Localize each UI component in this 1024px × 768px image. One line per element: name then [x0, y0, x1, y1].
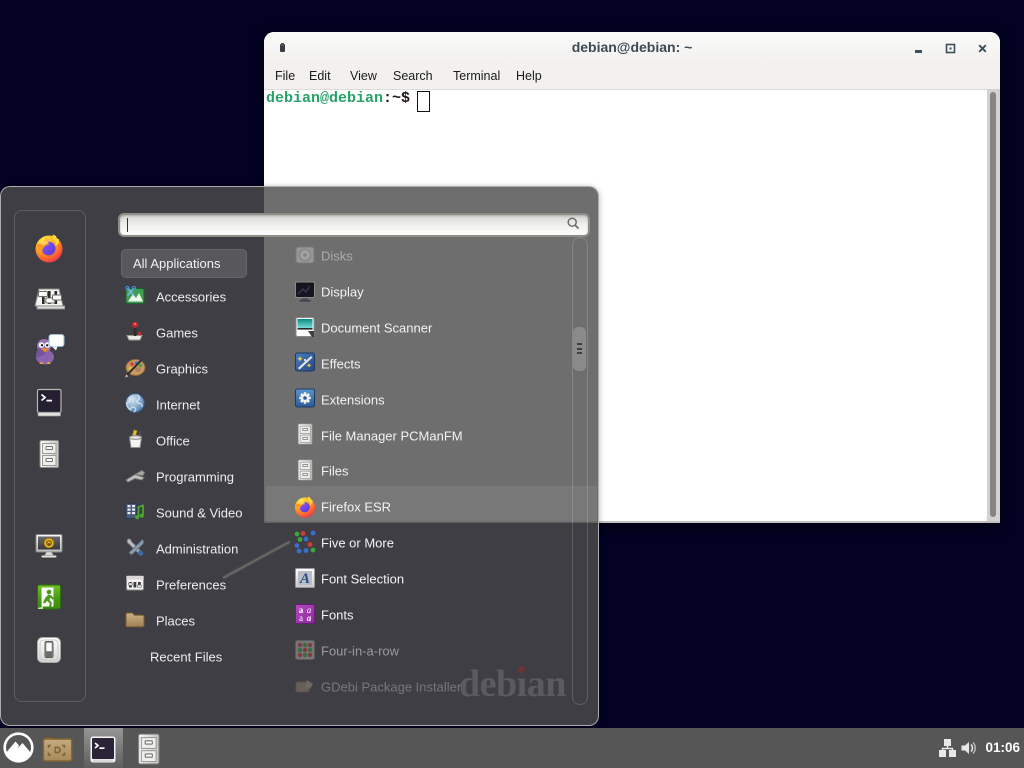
svg-text:a: a — [299, 613, 303, 623]
svg-text:A: A — [298, 571, 309, 587]
svg-text:a: a — [306, 613, 311, 623]
